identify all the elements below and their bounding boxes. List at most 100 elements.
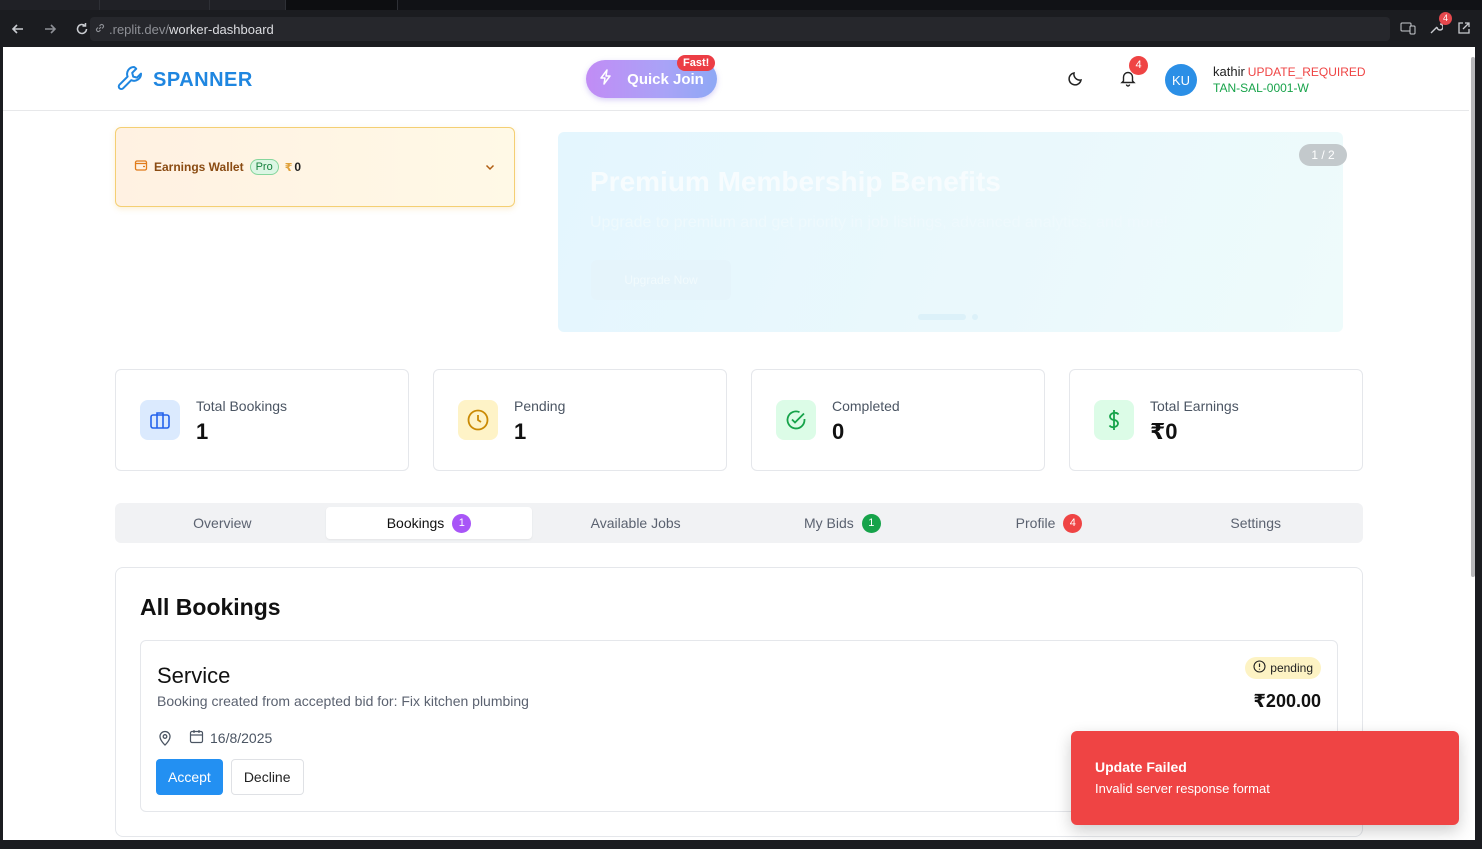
stat-value: 0 <box>832 419 845 444</box>
status-badge: pending <box>1245 657 1321 679</box>
carousel-dots <box>918 314 978 320</box>
toast-title: Update Failed <box>1095 759 1187 775</box>
avatar[interactable]: KU <box>1165 64 1197 96</box>
notification-badge: 4 <box>1129 56 1148 75</box>
calendar-icon <box>189 729 204 747</box>
status-text: pending <box>1270 661 1313 675</box>
browser-tab[interactable] <box>210 0 286 10</box>
booking-meta: 16/8/2025 <box>157 729 272 747</box>
tab-label: My Bids <box>803 515 854 531</box>
toast-message: Invalid server response format <box>1095 781 1270 796</box>
tab-my-bids[interactable]: My Bids 1 <box>739 507 946 539</box>
worker-id: TAN-SAL-0001-W <box>1213 81 1309 95</box>
accept-button[interactable]: Accept <box>156 759 223 795</box>
stat-value: 1 <box>514 419 527 444</box>
booking-actions: Accept Decline <box>156 759 304 795</box>
user-info[interactable]: kathir UPDATE_REQUIRED <box>1213 64 1366 79</box>
stat-value: 1 <box>196 419 209 444</box>
url-path: worker-dashboard <box>168 21 274 37</box>
wrench-icon <box>115 63 145 98</box>
upgrade-button[interactable]: Upgrade Now <box>591 260 731 300</box>
pro-badge: Pro <box>249 159 279 175</box>
lightning-icon <box>599 69 613 89</box>
url-field[interactable]: .replit.dev/worker-dashboard <box>90 17 1390 41</box>
clock-icon <box>458 400 498 440</box>
browser-tab-strip <box>0 0 1482 10</box>
chevron-down-icon[interactable] <box>484 160 496 178</box>
extension-icon[interactable]: 4 <box>1426 12 1452 38</box>
extension-badge: 4 <box>1439 12 1452 25</box>
stat-label: Pending <box>514 398 566 414</box>
app-header: SPANNER Quick Join Fast! 4 KU kathir UPDA… <box>3 47 1469 111</box>
tab-profile[interactable]: Profile 4 <box>946 507 1153 539</box>
scrollbar[interactable] <box>1471 57 1475 577</box>
tab-badge: 1 <box>452 513 472 533</box>
fast-badge: Fast! <box>677 55 716 71</box>
wallet-icon <box>134 158 148 177</box>
open-external-icon[interactable] <box>1454 18 1474 38</box>
brand-logo[interactable]: SPANNER <box>115 63 253 98</box>
link-icon <box>94 22 106 37</box>
stat-card-total-bookings: Total Bookings 1 <box>115 369 409 471</box>
browser-tab-active[interactable] <box>286 0 398 10</box>
stat-value: ₹0 <box>1150 419 1178 444</box>
stat-label: Completed <box>832 398 900 414</box>
dollar-icon <box>1094 400 1134 440</box>
alert-circle-icon <box>1253 660 1266 676</box>
booking-service: Service <box>157 663 231 688</box>
banner-title: Premium Membership Benefits <box>590 166 1001 197</box>
tab-label: Overview <box>193 515 252 531</box>
stat-label: Total Bookings <box>196 398 288 414</box>
stat-card-pending: Pending 1 <box>433 369 727 471</box>
stat-label: Total Earnings <box>1150 398 1239 414</box>
wallet-amount: ₹0 <box>285 160 301 174</box>
booking-description: Booking created from accepted bid for: F… <box>157 693 529 709</box>
tab-settings[interactable]: Settings <box>1152 507 1359 539</box>
stat-card-completed: Completed 0 <box>751 369 1045 471</box>
browser-tab[interactable] <box>0 0 100 10</box>
address-bar: .replit.dev/worker-dashboard 4 <box>0 10 1482 47</box>
dashboard-tabs: Overview Bookings 1 Available Jobs My Bi… <box>115 503 1363 543</box>
back-icon[interactable] <box>4 15 32 43</box>
browser-tools: 4 <box>1398 12 1474 38</box>
tab-badge: 1 <box>861 513 881 533</box>
currency-symbol: ₹ <box>284 162 293 174</box>
carousel-dot-active[interactable] <box>918 314 966 320</box>
stats-row: Total Bookings 1 Pending 1 Completed 0 T… <box>115 369 1363 471</box>
tab-label: Settings <box>1230 515 1281 531</box>
check-circle-icon <box>776 400 816 440</box>
brand-name: SPANNER <box>153 69 253 91</box>
tab-label: Available Jobs <box>590 515 681 531</box>
location-icon <box>157 730 173 746</box>
booking-price: ₹200.00 <box>1253 691 1321 711</box>
carousel-dot[interactable] <box>972 314 978 320</box>
wallet-label: Earnings Wallet <box>154 160 244 174</box>
earnings-wallet[interactable]: Earnings Wallet Pro ₹0 <box>115 127 515 207</box>
booking-date: 16/8/2025 <box>189 729 272 747</box>
moon-icon[interactable] <box>1067 69 1085 92</box>
decline-button[interactable]: Decline <box>230 759 304 795</box>
devices-icon[interactable] <box>1398 18 1418 38</box>
error-toast[interactable]: Update Failed Invalid server response fo… <box>1071 731 1459 825</box>
booking-date-text: 16/8/2025 <box>210 730 273 746</box>
tab-badge: 4 <box>1063 513 1083 533</box>
carousel-counter: 1 / 2 <box>1299 144 1347 166</box>
avatar-initials: KU <box>1171 72 1191 88</box>
url-prefix: .replit.dev/ <box>109 21 169 37</box>
quick-join-label: Quick Join <box>627 70 704 88</box>
tab-bookings[interactable]: Bookings 1 <box>325 507 533 539</box>
user-status: UPDATE_REQUIRED <box>1247 65 1366 79</box>
stat-card-total-earnings: Total Earnings ₹0 <box>1069 369 1363 471</box>
wallet-amount-value: 0 <box>294 160 302 174</box>
tab-overview[interactable]: Overview <box>119 507 326 539</box>
tab-available-jobs[interactable]: Available Jobs <box>532 507 739 539</box>
browser-tab[interactable] <box>100 0 210 10</box>
forward-icon[interactable] <box>36 15 64 43</box>
panel-title: All Bookings <box>140 594 281 620</box>
tab-label: Bookings <box>386 515 445 531</box>
tab-label: Profile <box>1015 515 1056 531</box>
page-viewport: SPANNER Quick Join Fast! 4 KU kathir UPDA… <box>3 47 1475 840</box>
briefcase-icon <box>140 400 180 440</box>
banner-subtitle: Upgrade to premium and get priority in j… <box>590 214 1169 231</box>
promo-banner: Premium Membership Benefits Upgrade to p… <box>558 132 1343 332</box>
